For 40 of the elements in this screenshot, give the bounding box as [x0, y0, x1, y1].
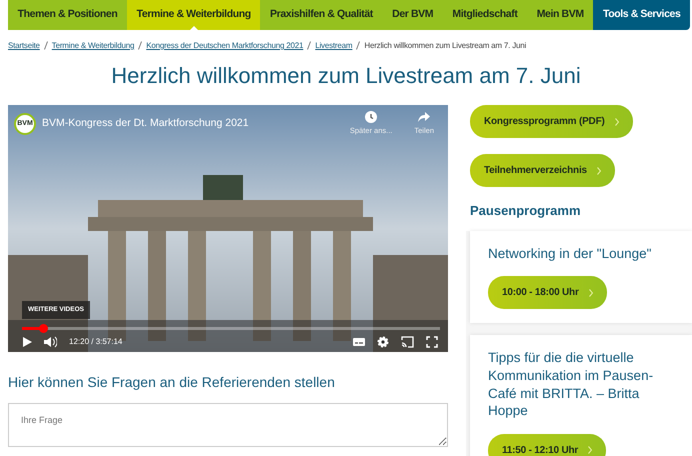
- nav-tab[interactable]: Themen & Positionen: [8, 0, 128, 30]
- progress-track[interactable]: [22, 327, 440, 330]
- volume-icon[interactable]: [44, 336, 57, 348]
- chevron-icon: [588, 446, 592, 454]
- nav-tab[interactable]: Termine & Weiterbildung: [127, 0, 260, 30]
- link-button[interactable]: Kongressprogramm (PDF): [470, 105, 633, 138]
- time-display: 12:20 / 3:57:14: [69, 336, 122, 348]
- separator-icon: [44, 41, 48, 50]
- play-icon[interactable]: [22, 336, 32, 348]
- breadcrumb-link[interactable]: Startseite: [8, 40, 40, 52]
- breadcrumb-link[interactable]: Termine & Weiterbildung: [52, 40, 134, 52]
- nav-tab[interactable]: Mitgliedschaft: [442, 0, 528, 30]
- time-button[interactable]: 10:00 - 18:00 Uhr: [488, 276, 607, 310]
- separator-icon: [356, 41, 360, 50]
- page-title: Herzlich willkommen zum Livestream am 7. Juni: [110, 63, 582, 90]
- clock-icon: [365, 111, 378, 124]
- link-button[interactable]: Teilnehmerverzeichnis: [470, 154, 615, 188]
- section-heading: Pausenprogramm: [470, 202, 582, 220]
- cast-icon[interactable]: [401, 336, 414, 348]
- event-title: Networking in der "Lounge": [488, 244, 652, 262]
- question-field[interactable]: Ihre Frage: [8, 403, 448, 448]
- settings-icon[interactable]: [377, 336, 389, 348]
- separator-icon: [307, 41, 312, 50]
- nav-tab[interactable]: Der BVM: [382, 0, 443, 30]
- nav-tab[interactable]: Praxishilfen & Qualität: [260, 0, 383, 30]
- nav-tab[interactable]: Mein BVM: [527, 0, 594, 30]
- subtitles-icon[interactable]: [353, 336, 365, 348]
- time-button[interactable]: 11:50 - 12:10 Uhr: [488, 434, 606, 456]
- separator-icon: [138, 41, 142, 50]
- breadcrumb-current: Herzlich willkommen zum Livestream am 7. Juni: [364, 40, 526, 52]
- question-heading: Hier können Sie Fragen an die Referierenden stellen: [8, 373, 336, 392]
- nav-tab[interactable]: Tools & Services: [593, 0, 690, 30]
- chevron-icon: [596, 166, 601, 175]
- chevron-icon: [588, 288, 593, 297]
- share-arrow-icon: [418, 111, 430, 124]
- chevron-icon: [614, 118, 619, 126]
- fullscreen-icon[interactable]: [426, 336, 438, 348]
- event-title: Tipps für die die virtuelle Kommunikation im Pausen-Café mit BRITTA. – Britta Hoppe: [488, 349, 654, 420]
- breadcrumb-link[interactable]: Livestream: [315, 40, 352, 52]
- breadcrumb-link[interactable]: Kongress der Deutschen Marktforschung 2021: [146, 40, 304, 52]
